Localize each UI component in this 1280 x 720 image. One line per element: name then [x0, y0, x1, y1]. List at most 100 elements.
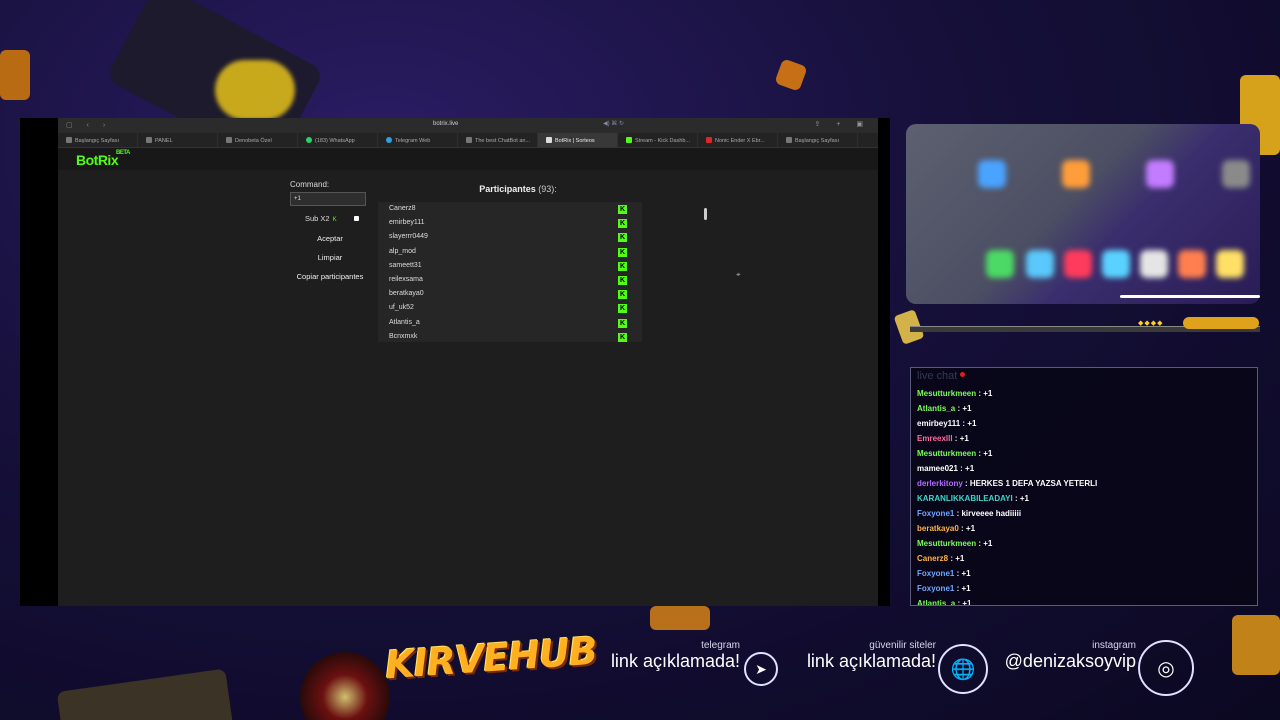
browser-tab-label: The best ChatBot an... [475, 138, 531, 144]
app-icon [1222, 160, 1250, 188]
kick-icon: K [618, 318, 627, 328]
giveaway-controls: Command: +1 Sub X2 K Aceptar Limpiar Copi… [290, 180, 370, 285]
instagram-icon: ◎ [1138, 640, 1194, 696]
kick-icon: K [618, 304, 627, 314]
browser-tab[interactable]: Stream - Kick Dashb... [618, 133, 698, 147]
chat-message: Emreexlll : +1 [917, 431, 1257, 446]
kick-icon: K [618, 275, 627, 285]
browser-tab-label: Başlangıç Sayfası [795, 138, 840, 144]
star-icon [786, 137, 792, 143]
sub-x2-checkbox[interactable] [354, 216, 359, 221]
app-icon [1178, 250, 1206, 278]
browser-tab[interactable]: Denobeta Özel [218, 133, 298, 147]
telegram-icon [386, 137, 392, 143]
chat-message: emirbey111 : +1 [917, 416, 1257, 431]
live-dot-icon [960, 372, 966, 377]
command-label: Command: [290, 180, 330, 189]
browser-window: ▢ ‹ › botrix.live ◀) ⌘ ↻ ⇪ + ▣ Başlangıç… [58, 118, 878, 606]
participants-list[interactable]: Canerz8 Kemirbey111 Kslayerrr0449 Kalp_mod K… [378, 202, 642, 342]
background-dice [1232, 615, 1280, 675]
browser-tab[interactable]: Başlangıç Sayfası [778, 133, 858, 147]
app-icon [986, 250, 1014, 278]
chat-title: live chat [917, 370, 966, 382]
whatsapp-icon [306, 137, 312, 143]
chat-username: Foxyone1 [917, 569, 955, 578]
roulette-wheel-icon [300, 652, 390, 720]
youtube-icon [706, 137, 712, 143]
participant-row: sameett31 K [378, 259, 642, 273]
audio-icon[interactable]: ◀) ⌘ ↻ [603, 120, 624, 127]
app-icon [1062, 160, 1090, 188]
chat-text: +1 [962, 404, 972, 413]
chat-message: KARANLIKKABILEADAYI : +1 [917, 491, 1257, 506]
sidebar-toggle-icon[interactable]: ▢ ‹ › [66, 121, 111, 129]
kick-icon: K [618, 332, 627, 342]
chat-username: Atlantis_a [917, 404, 956, 413]
app-icon [1026, 250, 1054, 278]
browser-tab-label: BotRix | Sorteos [555, 138, 595, 144]
sub-x2-option[interactable]: Sub X2 K [290, 214, 370, 228]
chat-username: Mesutturkmeen [917, 449, 977, 458]
botrix-icon [546, 137, 552, 143]
chat-username: mamee021 [917, 464, 958, 473]
address-bar[interactable]: botrix.live [433, 121, 458, 127]
page-icon [226, 137, 232, 143]
participant-row: uf_uk52 K [378, 301, 642, 315]
browser-tab-label: (183) WhatsApp [315, 138, 355, 144]
kick-icon: K [618, 290, 627, 300]
chat-separator: : [962, 479, 970, 488]
chat-text: +1 [955, 554, 965, 563]
participant-name: Bcnxmxk [389, 332, 418, 340]
chat-username: Mesutturkmeen [917, 389, 977, 398]
tab-bar: Başlangıç Sayfası PANEL Denobeta Özel (183)… [58, 133, 878, 148]
background-dice [0, 50, 30, 100]
telegram-icon: ➤ [744, 652, 778, 686]
chat-message: Mesutturkmeen : +1 [917, 446, 1257, 461]
browser-tab-label: Stream - Kick Dashb... [635, 138, 691, 144]
browser-tab[interactable]: BotRix | Sorteos [538, 133, 618, 147]
home-indicator [1120, 295, 1260, 298]
participant-row: Bcnxmxk K [378, 330, 642, 342]
participant-row: Canerz8 K [378, 202, 642, 216]
chat-username: Atlantis_a [917, 599, 956, 606]
chat-text: +1 [983, 539, 993, 548]
kick-icon: K [618, 219, 627, 229]
browser-tab[interactable]: (183) WhatsApp [298, 133, 378, 147]
chat-message: Foxyone1 : +1 [917, 566, 1257, 581]
browser-tab[interactable]: Nonic Ender X Ebr... [698, 133, 778, 147]
app-icon [1146, 160, 1174, 188]
command-input[interactable]: +1 [290, 192, 366, 206]
chat-message: Atlantis_a : +1 [917, 401, 1257, 416]
browser-tab[interactable]: The best ChatBot an... [458, 133, 538, 147]
participant-name: uf_uk52 [389, 304, 414, 312]
browser-tab-label: Nonic Ender X Ebr... [715, 138, 765, 144]
participant-name: Atlantis_a [389, 318, 420, 326]
clear-button[interactable]: Limpiar [290, 250, 370, 266]
botrix-logo[interactable]: BotRix BETA [76, 150, 130, 168]
chat-text: +1 [1019, 494, 1029, 503]
kick-icon: K [332, 217, 337, 223]
accept-button[interactable]: Aceptar [290, 231, 370, 247]
window-controls[interactable]: ⇪ + ▣ [815, 120, 870, 128]
chat-message: derlerkitony : HERKES 1 DEFA YAZSA YETER… [917, 476, 1257, 491]
browser-tab[interactable]: Telegram Web [378, 133, 458, 147]
decor-stone [56, 668, 234, 720]
chat-text: +1 [965, 464, 975, 473]
brand-logo: KIRVEHUB [383, 628, 599, 688]
participant-row: alp_mod K [378, 245, 642, 259]
participant-name: slayerrr0449 [389, 233, 428, 241]
copy-participants-button[interactable]: Copiar participantes [290, 269, 370, 285]
browser-tab[interactable]: Başlangıç Sayfası [58, 133, 138, 147]
scrollbar[interactable] [704, 208, 707, 220]
kick-icon: K [618, 233, 627, 243]
chat-separator: : [1012, 494, 1020, 503]
telegram-block: telegram link açıklamada! [600, 640, 740, 672]
chat-text: +1 [967, 419, 977, 428]
chat-text: +1 [961, 584, 971, 593]
browser-tab[interactable]: PANEL [138, 133, 218, 147]
participant-name: Canerz8 [389, 205, 416, 212]
kick-icon: K [618, 261, 627, 271]
app-icon [1102, 250, 1130, 278]
instagram-caption: instagram [1092, 640, 1136, 651]
chat-message: Mesutturkmeen : +1 [917, 386, 1257, 401]
